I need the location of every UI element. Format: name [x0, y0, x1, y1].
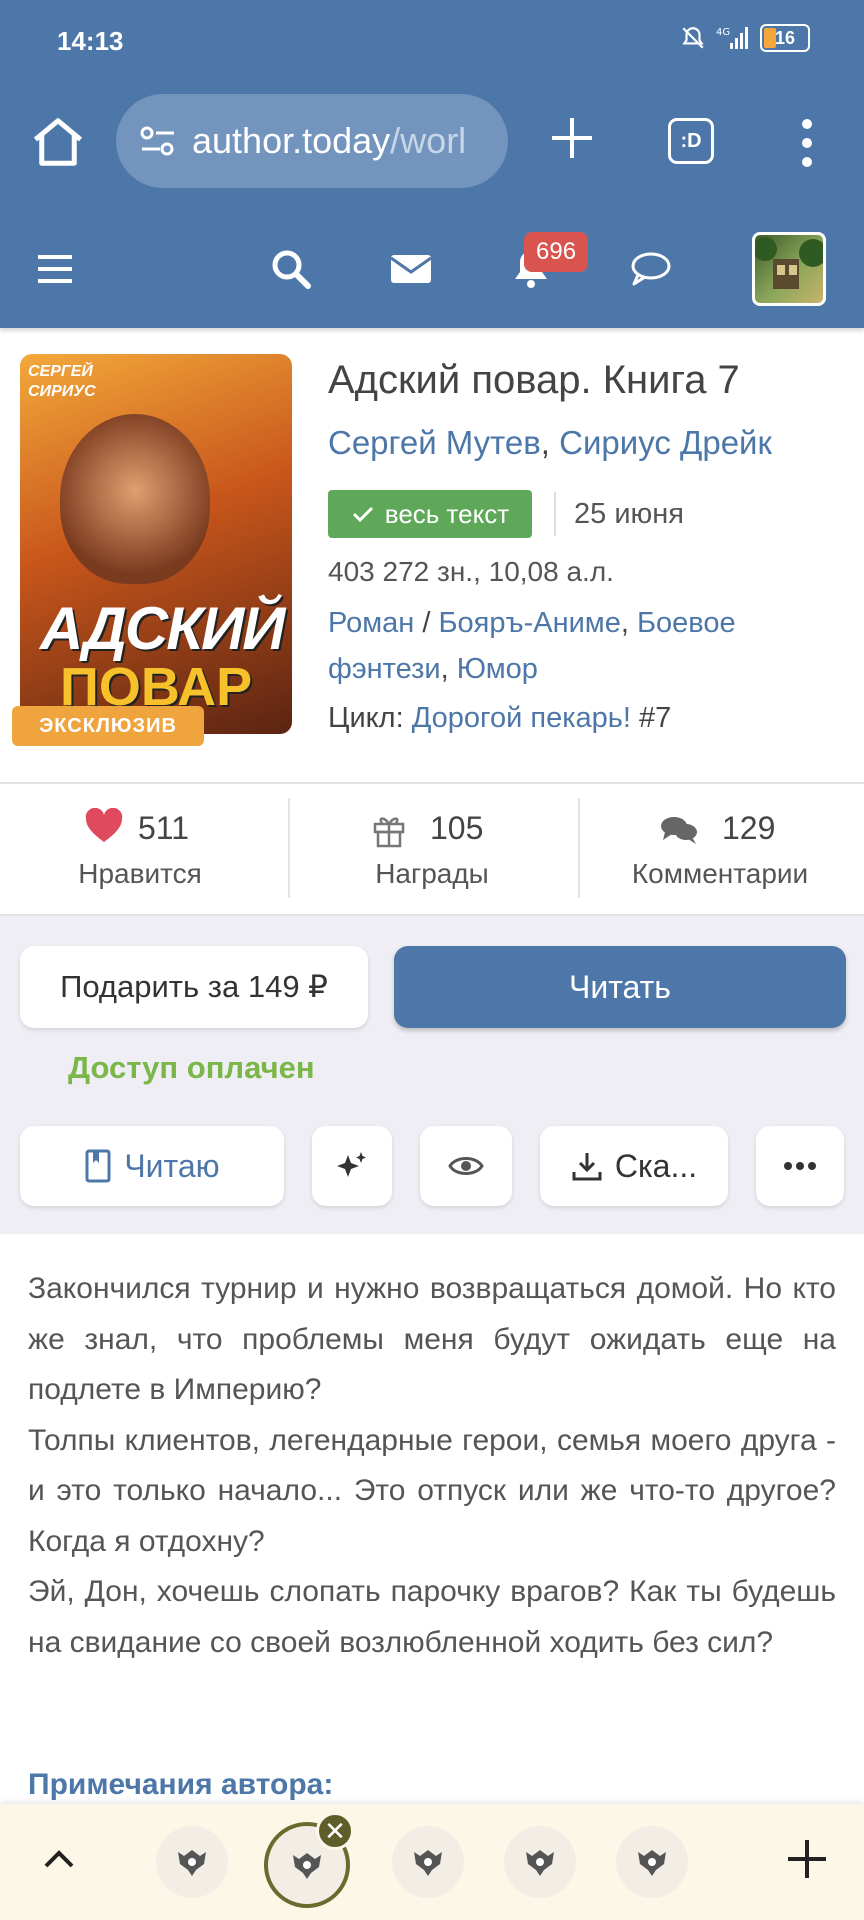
search-icon[interactable]: [268, 246, 314, 292]
awards-count: 105: [430, 810, 484, 846]
ai-button[interactable]: [312, 1126, 392, 1206]
author-notes-heading: Примечания автора:: [28, 1768, 334, 1801]
site-favicon-icon: [414, 1850, 442, 1876]
mail-icon[interactable]: [388, 246, 434, 292]
author-separator: ,: [540, 424, 560, 461]
cover-art: [60, 414, 210, 584]
site-navbar: [0, 210, 864, 328]
gift-button[interactable]: Подарить за 149 ₽: [20, 946, 368, 1028]
watch-button[interactable]: [420, 1126, 512, 1206]
status-time: 14:13: [57, 26, 124, 56]
more-horiz-icon: [784, 1162, 816, 1170]
site-favicon-icon: [178, 1850, 206, 1876]
book-cover-image[interactable]: СЕРГЕЙ СИРИУС АДСКИЙ ПОВАР: [20, 354, 292, 734]
eye-icon: [448, 1157, 484, 1175]
comments-label: Комментарии: [631, 858, 809, 889]
awards-label: Награды: [375, 858, 489, 889]
book-annotation: Закончился турнир и нужно возвращаться д…: [28, 1272, 836, 1659]
access-paid-label: Доступ оплачен: [68, 1050, 315, 1085]
comments-icon: [661, 817, 697, 844]
mute-icon: [682, 27, 704, 49]
exclusive-badge: ЭКСКЛЮЗИВ: [12, 706, 204, 746]
url-host: author.today: [192, 120, 391, 161]
home-icon[interactable]: [28, 112, 88, 172]
series-label: Цикл:: [328, 702, 412, 734]
url-path: /worl: [390, 120, 467, 161]
author-link[interactable]: Сергей Мутев: [328, 424, 541, 461]
action-panel: Подарить за 149 ₽ Читать Доступ оплачен …: [0, 914, 864, 1234]
likes-label: Нравится: [78, 858, 202, 889]
likes-count: 511: [138, 810, 190, 846]
site-favicon-icon: [638, 1850, 666, 1876]
site-favicon-icon: [526, 1850, 554, 1876]
tab-switcher-button[interactable]: :D: [668, 118, 714, 164]
bookmark-book-icon: [85, 1149, 111, 1183]
check-icon: [352, 506, 373, 523]
genre-separator: ,: [440, 653, 457, 685]
browser-toolbar: 14:13 4G 16 author.today/worl :D: [0, 0, 864, 210]
series-number: #7: [630, 702, 672, 734]
comments-stat[interactable]: 129 Комментарии: [576, 784, 864, 914]
genre-link[interactable]: Роман: [328, 607, 414, 639]
download-button[interactable]: Ска...: [540, 1126, 728, 1206]
more-vert-icon[interactable]: [792, 116, 822, 170]
browser-tab-strip: ✕: [0, 1804, 864, 1920]
sparkle-icon: [337, 1152, 366, 1177]
chevron-up-icon[interactable]: [40, 1840, 78, 1878]
avatar[interactable]: [752, 232, 826, 306]
library-status-button[interactable]: Читаю: [20, 1126, 284, 1206]
status-badge: весь текст: [328, 490, 532, 538]
gift-icon: [373, 817, 405, 848]
genre-link[interactable]: Юмор: [457, 653, 538, 685]
awards-stat[interactable]: 105 Награды: [288, 784, 576, 914]
publish-date: 25 июня: [574, 498, 684, 530]
genres: Роман / Бояръ-Аниме, Боевое фэнтези, Юмо…: [328, 600, 828, 692]
new-tab-icon[interactable]: [544, 110, 600, 166]
book-size: 403 272 зн., 10,08 а.л.: [328, 556, 614, 587]
genre-separator: /: [414, 607, 439, 639]
site-settings-icon[interactable]: [138, 124, 178, 158]
divider: [554, 492, 556, 536]
hamburger-icon[interactable]: [34, 246, 80, 292]
chat-icon[interactable]: [628, 246, 674, 292]
battery-icon: 16: [760, 24, 810, 52]
cover-authors: СЕРГЕЙ СИРИУС: [28, 363, 96, 400]
status-icons: 4G 16: [680, 24, 810, 52]
download-label: Ска...: [614, 1147, 698, 1184]
author-link[interactable]: Сириус Дрейк: [559, 424, 772, 461]
download-icon: [572, 1153, 602, 1181]
heart-icon: [85, 808, 123, 842]
tab-favicon[interactable]: [392, 1826, 464, 1898]
notifications-count-badge: 696: [524, 232, 589, 272]
address-bar[interactable]: author.today/worl: [116, 94, 508, 188]
signal-icon: 4G: [716, 27, 748, 49]
book-title: Адский повар. Книга 7: [328, 358, 740, 402]
battery-level: 16: [774, 27, 796, 48]
book-stats: 511 Нравится 105 Награды 129 Комментарии: [0, 784, 864, 914]
network-type: 4G: [716, 27, 730, 38]
library-status-label: Читаю: [124, 1147, 220, 1184]
more-actions-button[interactable]: [756, 1126, 844, 1206]
tab-favicon[interactable]: [616, 1826, 688, 1898]
series-link[interactable]: Дорогой пекарь!: [412, 702, 631, 734]
genre-link[interactable]: Бояръ-Аниме: [438, 607, 620, 639]
book-authors: Сергей Мутев, Сириус Дрейк: [328, 424, 772, 462]
tab-favicon[interactable]: [156, 1826, 228, 1898]
cover-title-line1: АДСКИЙ: [40, 595, 285, 662]
close-icon[interactable]: ✕: [316, 1812, 354, 1850]
likes-stat[interactable]: 511 Нравится: [0, 784, 288, 914]
read-button[interactable]: Читать: [394, 946, 846, 1028]
tab-favicon[interactable]: [504, 1826, 576, 1898]
genre-separator: ,: [620, 607, 637, 639]
add-tab-icon[interactable]: [782, 1834, 832, 1884]
comments-count: 129: [722, 810, 776, 846]
site-favicon-icon: [293, 1853, 321, 1879]
series-info: Цикл: Дорогой пекарь! #7: [328, 702, 671, 735]
status-badge-label: весь текст: [384, 498, 510, 529]
